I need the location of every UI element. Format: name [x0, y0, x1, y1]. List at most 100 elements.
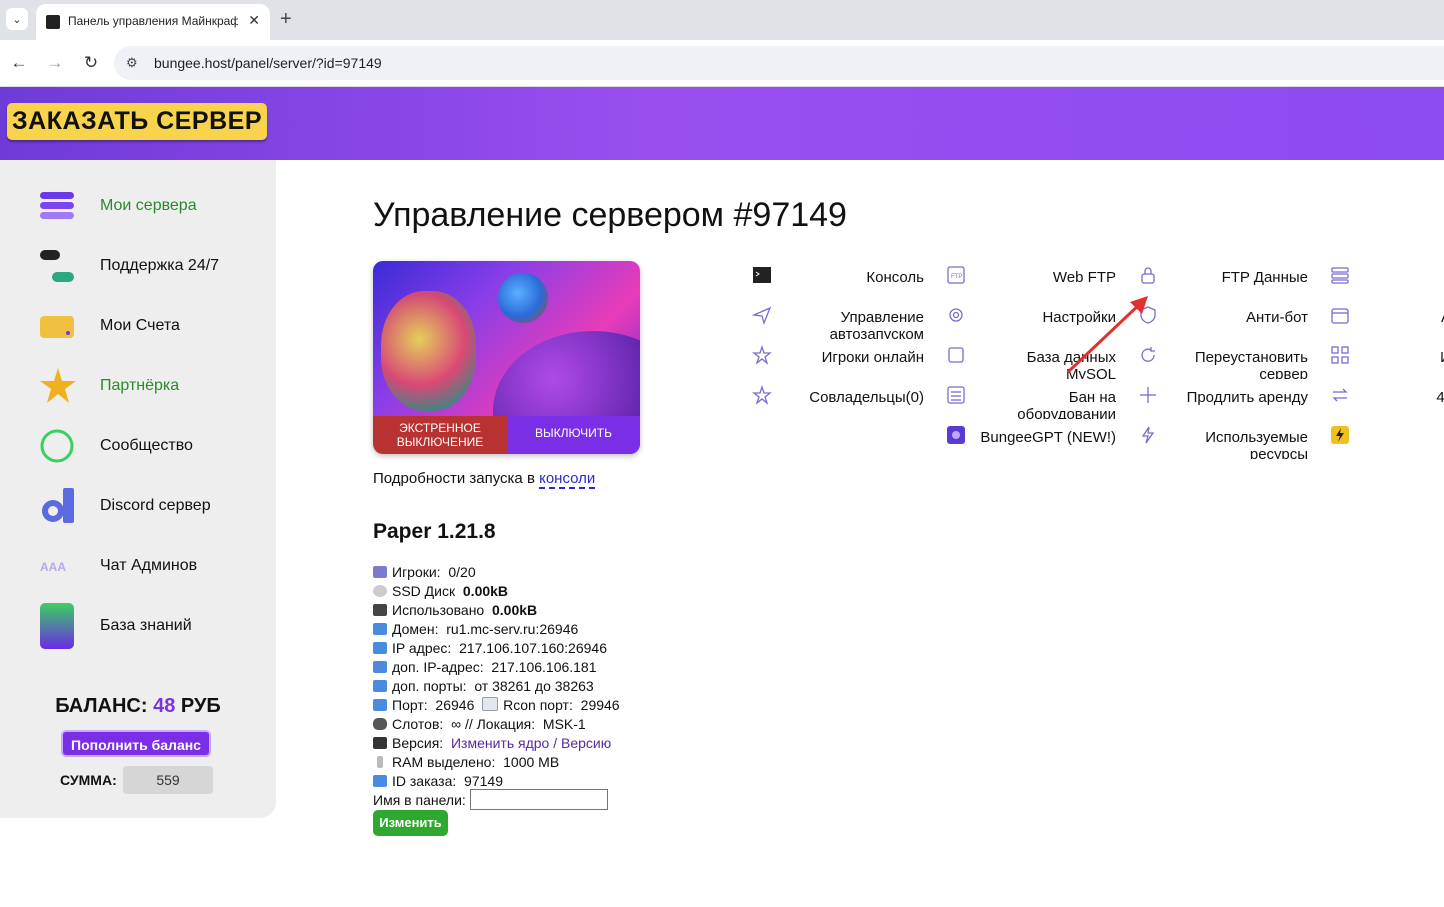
sidebar-item-partner[interactable]: Партнёрка: [40, 366, 270, 406]
support-icon: [40, 250, 74, 282]
action-label: Анти-бот: [1245, 309, 1308, 326]
info-label: Версия:: [392, 735, 444, 751]
send-icon[interactable]: [752, 305, 772, 325]
bolt-icon[interactable]: [1138, 425, 1158, 445]
list-icon[interactable]: [946, 385, 966, 405]
server-version: Paper 1.21.8: [373, 520, 496, 543]
action-col3-2[interactable]: Переустановить сервер: [1138, 345, 1338, 379]
star-outline-icon[interactable]: [752, 385, 772, 405]
info-value: MSK-1: [542, 716, 586, 732]
sidebar-item-invoices[interactable]: Мои Счета: [40, 306, 270, 346]
players-icon: [373, 566, 387, 578]
balance-display: БАЛАНС: 48 РУБ: [0, 695, 276, 718]
info-row-ram: RAM выделено: 1000 MB: [373, 753, 620, 772]
back-icon[interactable]: ←: [9, 53, 29, 73]
info-value: от 38261 до 38263: [474, 678, 594, 694]
annotation-arrow-icon: [1066, 296, 1148, 374]
mountain-icon: [373, 737, 387, 749]
url-text[interactable]: bungee.host/panel/server/?id=97149: [154, 55, 382, 71]
action-col3-4[interactable]: Используемые ресурсы: [1138, 425, 1338, 459]
topup-button[interactable]: Пополнить баланс: [61, 730, 211, 757]
action-col3-1[interactable]: Анти-бот: [1138, 305, 1338, 339]
sidebar-item-admin-chat[interactable]: AAA Чат Админов: [40, 546, 270, 586]
star-outline-icon[interactable]: [752, 345, 772, 365]
grid-icon[interactable]: [1330, 345, 1350, 365]
action-label: BungeeGPT (NEW!): [980, 429, 1116, 446]
balance-label: БАЛАНС:: [55, 695, 148, 717]
browser-tabbar: ⌄ Панель управления Майнкрафт ✕ +: [0, 0, 1444, 40]
panel-name-input[interactable]: [470, 789, 608, 810]
gear-icon[interactable]: [946, 305, 966, 325]
sum-input[interactable]: 559: [123, 766, 213, 794]
arrow-right-icon: [373, 775, 387, 787]
forward-icon[interactable]: →: [45, 53, 65, 73]
action-label: Переустановить сервер: [1194, 349, 1308, 379]
console-link[interactable]: консоли: [539, 470, 596, 489]
info-label: Rcon порт:: [503, 697, 573, 713]
aaa-icon: AAA: [40, 560, 66, 574]
circle-icon: [40, 429, 74, 463]
action-col1-2[interactable]: Игроки онлайн: [752, 345, 954, 379]
plus-icon[interactable]: [1138, 385, 1158, 405]
server-banner-image: [373, 261, 640, 454]
action-col3-0[interactable]: FTP Данные: [1138, 265, 1338, 299]
ftp-icon[interactable]: FTP: [946, 265, 966, 285]
action-col1-3[interactable]: Совладельцы(0): [752, 385, 954, 419]
site-settings-icon[interactable]: ⚙: [126, 55, 138, 71]
action-label: Совладельцы(0): [809, 389, 924, 406]
action-col1-1[interactable]: Управление автозапуском: [752, 305, 954, 339]
info-value: 217.106.107.160:26946: [459, 640, 607, 656]
order-server-button[interactable]: ЗАКАЗАТЬ СЕРВЕР: [7, 103, 267, 140]
info-label: SSD Диск: [392, 583, 456, 599]
stack-icon[interactable]: [1330, 265, 1350, 285]
planet-shape: [381, 291, 476, 411]
action-col1-0[interactable]: Консоль: [752, 265, 954, 299]
shutdown-button[interactable]: ВЫКЛЮЧИТЬ: [507, 416, 640, 454]
sidebar-item-label: Поддержка 24/7: [100, 257, 220, 274]
swap-icon[interactable]: [1330, 385, 1350, 405]
square-icon[interactable]: [946, 345, 966, 365]
info-row-extra-ip: доп. IP-адрес: 217.106.106.181: [373, 658, 620, 677]
sidebar-item-community[interactable]: Сообщество: [40, 426, 270, 466]
tab-close-icon[interactable]: ✕: [248, 12, 260, 29]
calendar-icon[interactable]: [1330, 305, 1350, 325]
sidebar-item-servers[interactable]: Мои сервера: [40, 186, 270, 226]
change-name-button[interactable]: Изменить: [373, 810, 448, 836]
info-value: 0/20: [448, 564, 476, 580]
new-tab-button[interactable]: +: [280, 9, 292, 29]
lock-icon[interactable]: [1138, 265, 1158, 285]
terminal-icon[interactable]: [752, 265, 772, 285]
info-row-players: Игроки: 0/20: [373, 563, 620, 582]
sidebar-item-knowledge[interactable]: База знаний: [40, 603, 270, 649]
action-col2-4[interactable]: BungeeGPT (NEW!): [946, 425, 1146, 459]
info-row-port: Порт: 26946 Rcon порт: 29946: [373, 696, 620, 715]
planet-shape: [498, 273, 548, 323]
info-row-used: Использовано 0.00kB: [373, 601, 620, 620]
info-label: Слотов:: [392, 716, 444, 732]
sidebar-item-support[interactable]: Поддержка 24/7: [40, 246, 270, 286]
tab-title: Панель управления Майнкрафт: [68, 14, 238, 28]
omnibox[interactable]: ⚙ bungee.host/panel/server/?id=97149: [114, 46, 1444, 80]
change-version-link[interactable]: Изменить ядро / Версию: [451, 735, 611, 751]
action-col2-3[interactable]: Бан на оборудовании: [946, 385, 1146, 419]
info-row-ssd: SSD Диск 0.00kB: [373, 582, 620, 601]
server-card: ЭКСТРЕННОЕ ВЫКЛЮЧЕНИЕ ВЫКЛЮЧИТЬ: [373, 261, 640, 454]
info-value: 26946: [435, 697, 475, 713]
info-label: IP адрес:: [392, 640, 452, 656]
sidebar-item-label: Чат Админов: [100, 557, 198, 574]
servers-icon: [40, 192, 74, 219]
action-col3-3[interactable]: Продлить аренду: [1138, 385, 1338, 419]
six-icon: [373, 699, 387, 711]
emergency-shutdown-button[interactable]: ЭКСТРЕННОЕ ВЫКЛЮЧЕНИЕ: [373, 416, 507, 454]
lightning-icon[interactable]: [1330, 425, 1350, 445]
browser-tab-active[interactable]: Панель управления Майнкрафт ✕: [36, 4, 270, 40]
action-label: Игроки онлайн: [821, 349, 924, 366]
sidebar-item-discord[interactable]: Discord сервер: [40, 486, 270, 526]
action-label: Web FTP: [1052, 269, 1116, 286]
abc-icon: [373, 623, 387, 635]
gamepad-icon: [373, 718, 387, 730]
tab-list-dropdown[interactable]: ⌄: [6, 8, 28, 30]
reload-icon[interactable]: ↻: [81, 53, 101, 73]
star-icon: [40, 368, 76, 403]
gpt-icon[interactable]: [946, 425, 966, 445]
